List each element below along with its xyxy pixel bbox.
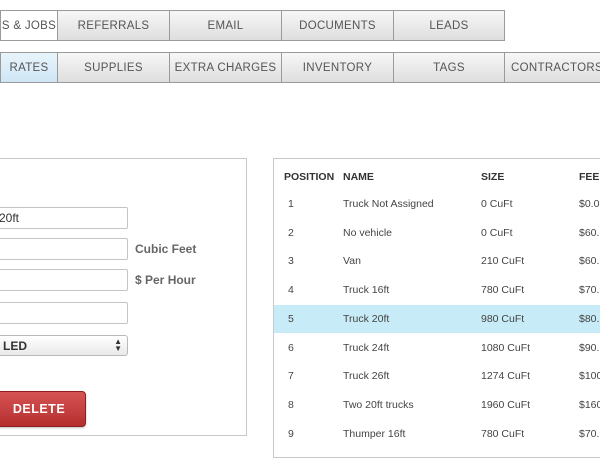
tab-documents[interactable]: DOCUMENTS bbox=[281, 10, 394, 41]
cell-name: No vehicle bbox=[343, 227, 393, 239]
tab-rates[interactable]: RATES bbox=[0, 52, 58, 83]
cell-name: Truck 16ft bbox=[343, 284, 390, 296]
select-arrows-icon: ▲ ▼ bbox=[114, 337, 122, 353]
cubic-feet-label: Cubic Feet bbox=[135, 242, 197, 256]
cell-position: 7 bbox=[288, 370, 294, 382]
hourly-rate-input[interactable] bbox=[0, 269, 128, 291]
cell-fee: $0.0 bbox=[579, 198, 600, 210]
tab-supplies[interactable]: SUPPLIES bbox=[57, 52, 170, 83]
cell-position: 5 bbox=[288, 313, 294, 325]
cell-fee: $70. bbox=[579, 428, 600, 440]
tab-email[interactable]: EMAIL bbox=[169, 10, 282, 41]
extra-field-input[interactable] bbox=[0, 302, 128, 324]
table-row[interactable] bbox=[274, 391, 600, 419]
vehicle-name-input[interactable] bbox=[0, 207, 128, 229]
cell-fee: $100 bbox=[579, 370, 600, 382]
cell-name: Truck 20ft bbox=[343, 313, 390, 325]
tab-leads[interactable]: LEADS bbox=[393, 10, 505, 41]
cell-name: Truck 24ft bbox=[343, 342, 390, 354]
table-row[interactable] bbox=[274, 190, 600, 218]
status-select[interactable]: LED ▲ ▼ bbox=[0, 335, 128, 356]
cell-name: Thumper 16ft bbox=[343, 428, 406, 440]
cell-position: 9 bbox=[288, 428, 294, 440]
cell-position: 6 bbox=[288, 342, 294, 354]
cell-position: 3 bbox=[288, 255, 294, 267]
cell-size: 210 CuFt bbox=[481, 255, 525, 267]
cell-fee: $90. bbox=[579, 342, 600, 354]
cell-fee: $70. bbox=[579, 284, 600, 296]
tab-contractors[interactable]: CONTRACTORS bbox=[504, 52, 600, 83]
column-header-size[interactable]: SIZE bbox=[481, 171, 504, 183]
cell-size: 780 CuFt bbox=[481, 284, 525, 296]
tab-tags[interactable]: TAGS bbox=[393, 52, 505, 83]
cell-position: 8 bbox=[288, 399, 294, 411]
cell-name: Truck Not Assigned bbox=[343, 198, 434, 210]
tab-referrals[interactable]: REFERRALS bbox=[57, 10, 170, 41]
table-row[interactable] bbox=[274, 276, 600, 304]
per-hour-label: $ Per Hour bbox=[135, 273, 196, 287]
tab-moves-and-jobs[interactable]: S & JOBS bbox=[0, 10, 58, 41]
cell-position: 4 bbox=[288, 284, 294, 296]
table-row[interactable] bbox=[274, 420, 600, 448]
cell-size: 0 CuFt bbox=[481, 198, 513, 210]
cell-size: 780 CuFt bbox=[481, 428, 525, 440]
cell-fee: $160 bbox=[579, 399, 600, 411]
cell-fee: $60. bbox=[579, 227, 600, 239]
cell-size: 0 CuFt bbox=[481, 227, 513, 239]
tab-extra-charges[interactable]: EXTRA CHARGES bbox=[169, 52, 282, 83]
column-header-position[interactable]: POSITION bbox=[284, 171, 334, 183]
secondary-tab-bar: RATES SUPPLIES EXTRA CHARGES INVENTORY T… bbox=[0, 52, 600, 83]
cell-size: 980 CuFt bbox=[481, 313, 525, 325]
column-header-fee[interactable]: FEE bbox=[579, 171, 599, 183]
cell-position: 1 bbox=[288, 198, 294, 210]
cell-fee: $60. bbox=[579, 255, 600, 267]
cell-size: 1080 CuFt bbox=[481, 342, 531, 354]
cell-size: 1960 CuFt bbox=[481, 399, 531, 411]
delete-button[interactable]: DELETE bbox=[0, 391, 86, 427]
cell-position: 2 bbox=[288, 227, 294, 239]
cell-name: Truck 26ft bbox=[343, 370, 390, 382]
column-header-name[interactable]: NAME bbox=[343, 171, 374, 183]
cell-name: Two 20ft trucks bbox=[343, 399, 414, 411]
status-select-value: LED bbox=[3, 338, 27, 353]
table-row[interactable] bbox=[274, 219, 600, 247]
tab-inventory[interactable]: INVENTORY bbox=[281, 52, 394, 83]
table-row[interactable] bbox=[274, 305, 600, 333]
table-row[interactable] bbox=[274, 247, 600, 275]
table-row[interactable] bbox=[274, 362, 600, 390]
table-row[interactable] bbox=[274, 334, 600, 362]
primary-tab-bar: S & JOBS REFERRALS EMAIL DOCUMENTS LEADS bbox=[0, 10, 505, 41]
cell-size: 1274 CuFt bbox=[481, 370, 531, 382]
cell-name: Van bbox=[343, 255, 361, 267]
cell-fee: $80. bbox=[579, 313, 600, 325]
cubic-feet-input[interactable] bbox=[0, 238, 128, 260]
